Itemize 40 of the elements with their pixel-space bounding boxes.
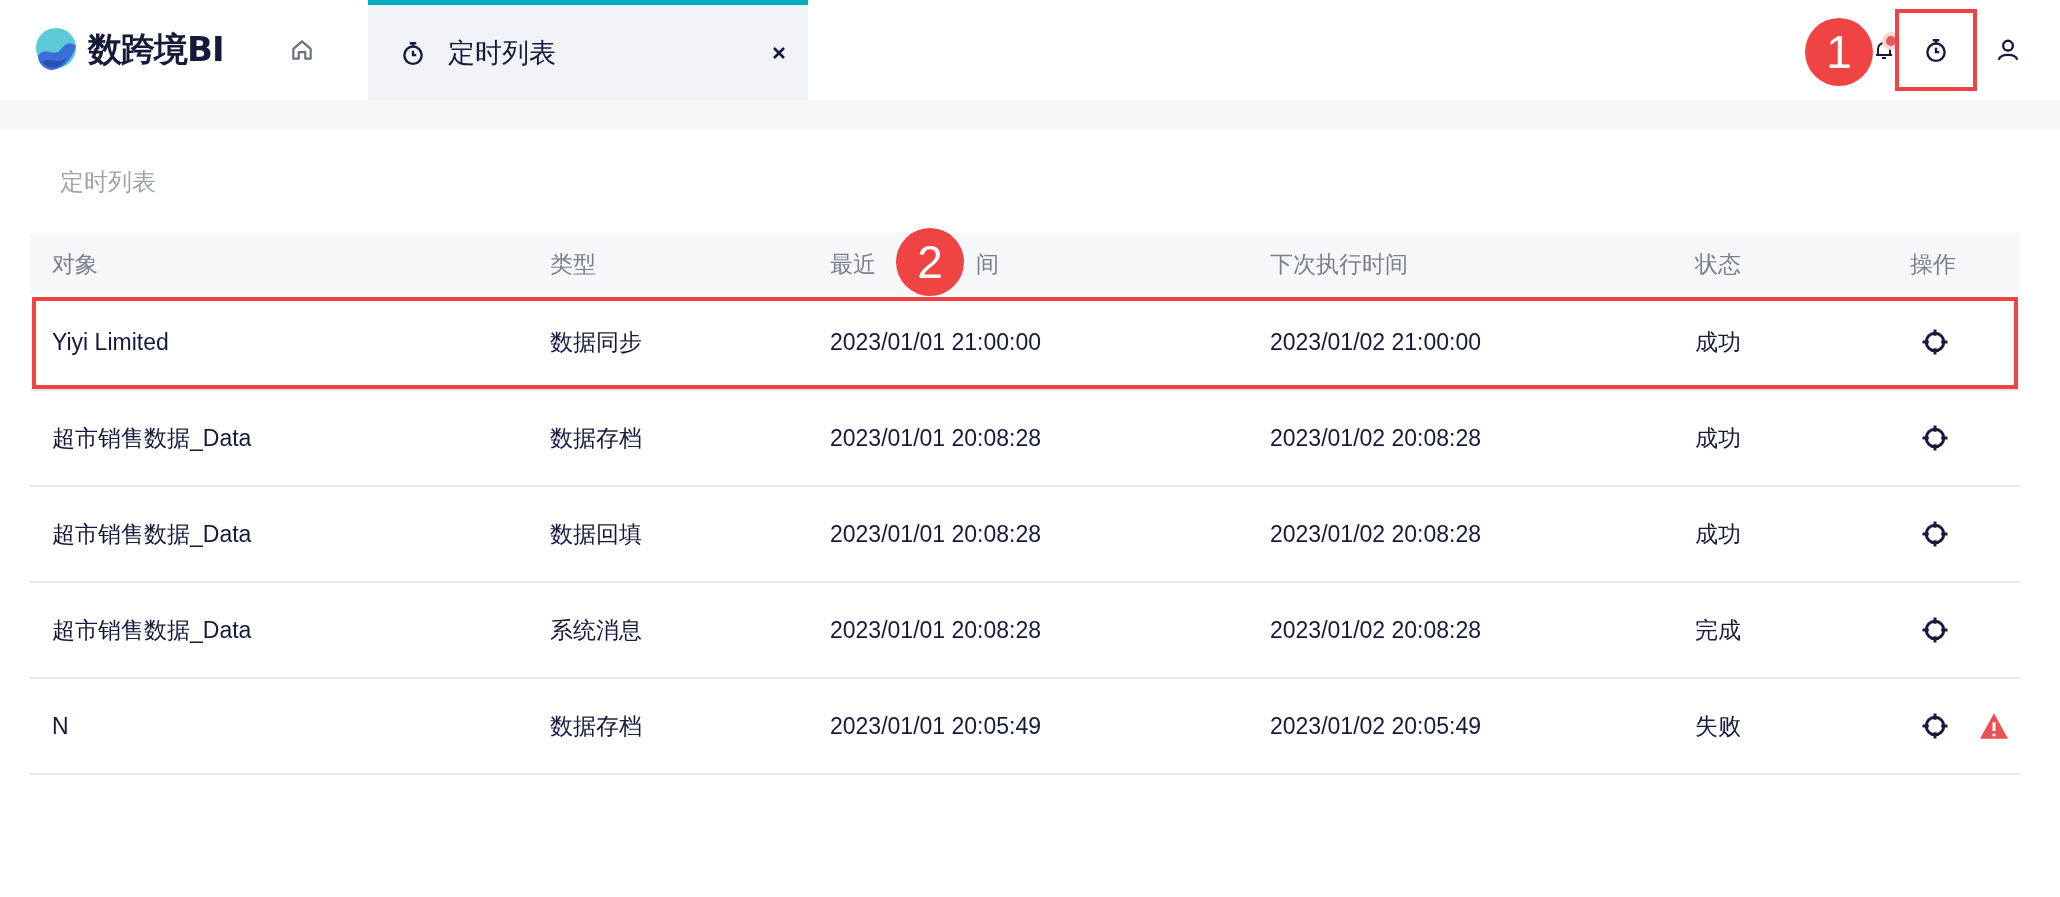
column-header: 操作 <box>1910 249 1956 279</box>
page-tab[interactable]: 定时列表 <box>368 0 808 100</box>
table-cell-text: 2023/01/02 21:00:00 <box>1269 328 1483 356</box>
table-cell-text: 2023/01/02 20:08:28 <box>1269 520 1483 548</box>
column-header: 最近 <box>830 249 876 279</box>
table-cell-text: 2023/01/01 21:00:00 <box>829 328 1043 356</box>
table-cell-text: 系统消息 <box>549 615 643 645</box>
table-cell-text: 2023/01/02 20:08:28 <box>1269 616 1483 644</box>
page-title: 定时列表 <box>59 166 157 197</box>
table-cell-text: 2023/01/01 20:05:49 <box>829 712 1043 740</box>
table-row[interactable]: 超市销售数据_Data 系统消息 2023/01/01 20:08:28 2023/01/02 20:08:28 完成 <box>30 583 2020 679</box>
column-header: 对象 <box>52 249 98 279</box>
column-header: 类型 <box>550 249 596 279</box>
column-header: 状态 <box>1695 249 1741 279</box>
table-cell-text: 2023/01/01 20:08:28 <box>829 520 1043 548</box>
status-text: 成功 <box>1694 327 1742 357</box>
table-cell-text: 超市销售数据_Data <box>51 519 253 549</box>
table-cell-text: Yiyi Limited <box>51 328 170 356</box>
table-row[interactable]: 超市销售数据_Data 数据回填 2023/01/01 20:08:28 2023/01/02 20:08:28 成功 <box>30 487 2020 583</box>
table-cell-text: N <box>51 712 70 740</box>
table-cell-text: 2023/01/01 20:08:28 <box>829 616 1043 644</box>
table-row[interactable]: N 数据存档 2023/01/01 20:05:49 2023/01/02 20:05:49 失败 <box>30 679 2020 775</box>
table-cell-text: 2023/01/01 20:08:28 <box>829 424 1043 452</box>
table-cell-text: 2023/01/02 20:05:49 <box>1269 712 1483 740</box>
logo-text: 数跨境BI <box>88 28 224 71</box>
status-text: 完成 <box>1694 615 1742 645</box>
table-cell-text: 数据存档 <box>549 423 643 453</box>
table-cell-text: 数据同步 <box>549 327 643 357</box>
status-text: 成功 <box>1694 423 1742 453</box>
table-cell-text: 数据回填 <box>549 519 643 549</box>
column-header: 间 <box>976 249 999 279</box>
column-header: 下次执行时间 <box>1270 249 1408 279</box>
table-row[interactable]: 超市销售数据_Data 数据存档 2023/01/01 20:08:28 2023/01/02 20:08:28 成功 <box>30 391 2020 487</box>
table-cell-text: 超市销售数据_Data <box>51 615 253 645</box>
table-row[interactable]: Yiyi Limited 数据同步 2023/01/01 21:00:00 2023/01/02 21:00:00 成功 <box>30 295 2020 391</box>
table-cell-text: 2023/01/02 20:08:28 <box>1269 424 1483 452</box>
table-cell-text: 数据存档 <box>549 711 643 741</box>
status-text: 成功 <box>1694 519 1742 549</box>
table-cell-text: 超市销售数据_Data <box>51 423 253 453</box>
status-text: 失败 <box>1694 711 1742 741</box>
